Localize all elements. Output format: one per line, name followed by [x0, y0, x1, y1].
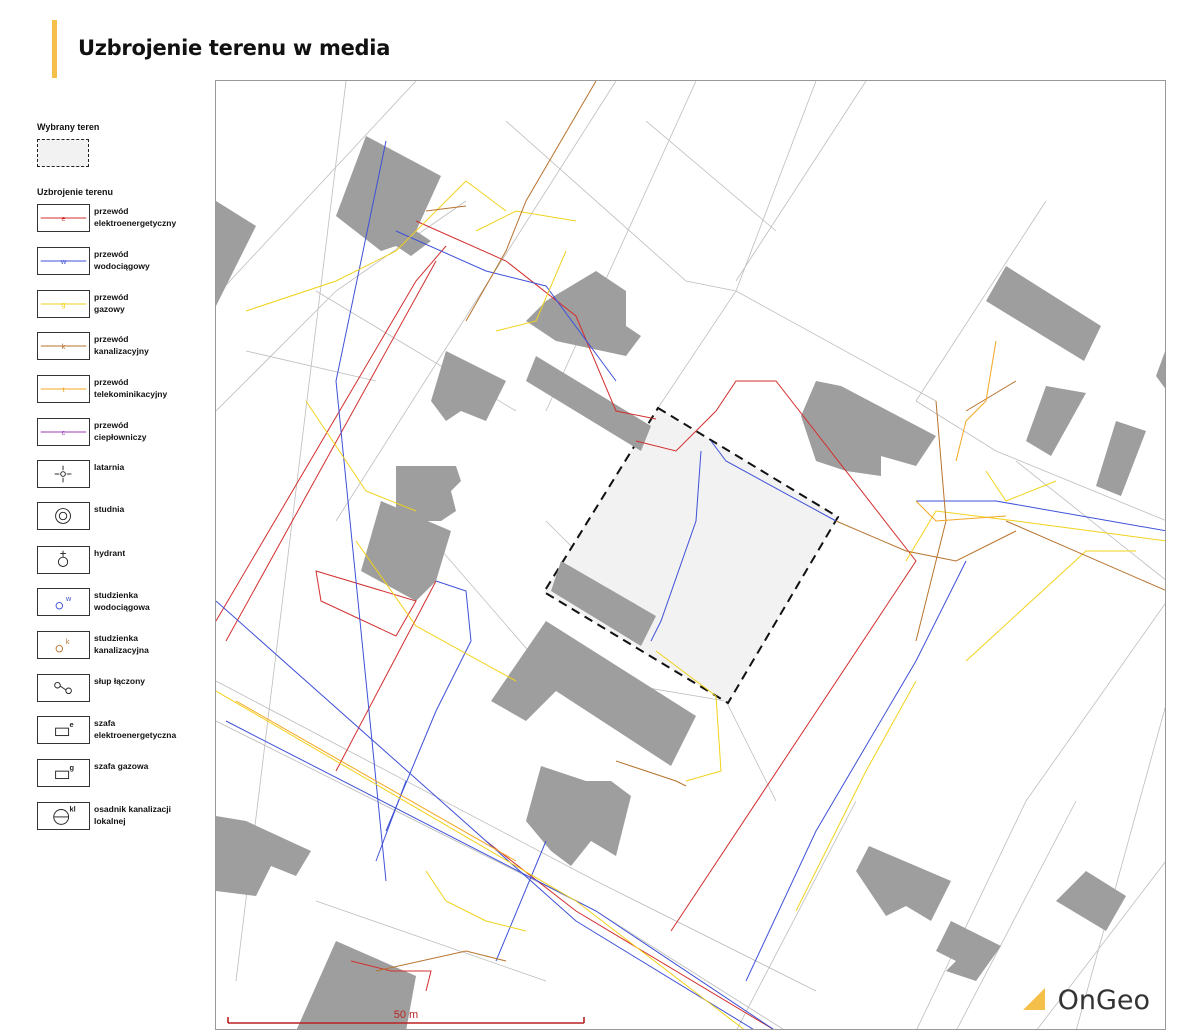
legend-item: hydrant [37, 546, 207, 576]
legend-item: w przewód wodociągowy [37, 247, 207, 277]
legend-symbol-g-icon: g [37, 759, 90, 787]
legend-item: słup łączony [37, 674, 207, 704]
legend-selected-heading: Wybrany teren [37, 122, 100, 132]
legend-symbol-e-icon: e [37, 716, 90, 744]
legend-item: w studzienka wodociągowa [37, 588, 207, 618]
legend-symbol-w-icon: w [37, 588, 90, 616]
legend-symbol-line-icon: e [37, 204, 90, 232]
legend-item: k studzienka kanalizacyjna [37, 631, 207, 661]
legend-item: g przewód gazowy [37, 290, 207, 320]
legend-symbol-kl-icon: kl [37, 802, 90, 830]
legend-item-label: przewód kanalizacyjny [94, 334, 149, 356]
legend-symbol-line-icon: k [37, 332, 90, 360]
legend-item-label: szafa elektroenergetyczna [94, 718, 177, 740]
svg-text:t: t [62, 385, 64, 394]
svg-text:e: e [70, 720, 74, 729]
utility-map[interactable]: 50 m [215, 80, 1166, 1030]
legend-symbol-hydrant-icon [37, 546, 90, 574]
legend-symbol-lamp-icon [37, 460, 90, 488]
legend-item-label: szafa gazowa [94, 761, 149, 771]
legend-symbol-k-icon: k [37, 631, 90, 659]
legend-symbol-line-icon: w [37, 247, 90, 275]
legend-symbol-line-icon: c [37, 418, 90, 446]
svg-text:w: w [60, 257, 67, 266]
legend-item: e szafa elektroenergetyczna [37, 716, 207, 746]
legend-selected-area-swatch [37, 139, 89, 167]
legend-item: e przewód elektroenergetyczny [37, 204, 207, 234]
legend-item-label: osadnik kanalizacji lokalnej [94, 804, 172, 826]
legend-utilities-heading: Uzbrojenie terenu [37, 187, 114, 197]
map-canvas[interactable]: 50 m [216, 81, 1166, 1030]
svg-text:e: e [61, 214, 65, 223]
svg-text:k: k [66, 637, 70, 646]
legend-item: studnia [37, 502, 207, 532]
svg-text:w: w [65, 594, 72, 603]
ongeo-logo-icon [1023, 988, 1045, 1010]
title-accent-bar [52, 20, 57, 78]
legend-symbol-line-icon: t [37, 375, 90, 403]
legend-item-label: studnia [94, 504, 125, 514]
legend-item-label: przewód elektroenergetyczny [94, 206, 177, 228]
legend-item: c przewód ciepłowniczy [37, 418, 207, 448]
legend-symbol-pole-icon [37, 674, 90, 702]
page-title: Uzbrojenie terenu w media [78, 36, 391, 60]
legend-symbol-line-icon: g [37, 290, 90, 318]
legend-item: k przewód kanalizacyjny [37, 332, 207, 362]
legend-item-label: przewód gazowy [94, 292, 129, 314]
legend-item: t przewód telekominikacyjny [37, 375, 207, 405]
svg-text:g: g [70, 763, 75, 772]
legend-item: g szafa gazowa [37, 759, 207, 789]
legend-item: latarnia [37, 460, 207, 490]
legend-symbol-well-icon [37, 502, 90, 530]
legend-item-label: latarnia [94, 462, 125, 472]
svg-text:g: g [61, 300, 65, 309]
legend-item-label: hydrant [94, 548, 126, 558]
legend-item-label: studzienka kanalizacyjna [94, 633, 149, 655]
legend-item-label: przewód ciepłowniczy [94, 420, 147, 442]
svg-text:k: k [62, 342, 66, 351]
legend-item-label: przewód telekominikacyjny [94, 377, 168, 399]
legend-item-label: studzienka wodociągowa [94, 590, 150, 612]
legend-item-label: słup łączony [94, 676, 146, 686]
svg-text:c: c [62, 428, 66, 437]
legend-item-label: przewód wodociągowy [94, 249, 150, 271]
brand-logo-text: OnGeo [1057, 985, 1150, 1016]
legend-item: kl osadnik kanalizacji lokalnej [37, 802, 207, 832]
svg-text:kl: kl [70, 804, 76, 813]
scale-label: 50 m [394, 1009, 418, 1021]
